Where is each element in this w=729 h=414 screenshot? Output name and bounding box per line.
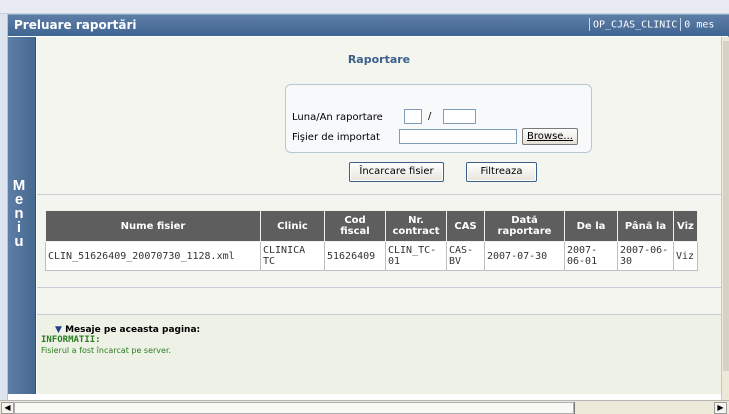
table-header-row: Nume fisier Clinic Cod fiscal Nr. contra… bbox=[45, 210, 698, 242]
horizontal-scroll-thumb[interactable] bbox=[14, 402, 574, 414]
horizontal-scrollbar[interactable]: ◀ ▶ bbox=[0, 400, 729, 414]
column-header-from[interactable]: De la bbox=[564, 210, 618, 242]
column-header-clinic[interactable]: Clinic bbox=[260, 210, 325, 242]
menu-sidebar[interactable]: M e n i u bbox=[8, 37, 36, 394]
title-separator bbox=[680, 18, 682, 31]
title-separator bbox=[589, 18, 590, 31]
info-message: Fisierul a fost încarcat pe server. bbox=[41, 346, 172, 355]
column-header-to[interactable]: Până la bbox=[617, 210, 674, 242]
left-edge bbox=[0, 14, 8, 400]
table-row[interactable]: CLIN_51626409_20070730_1128.xml CLINICA … bbox=[45, 241, 698, 271]
file-label: Fişier de importat bbox=[292, 132, 380, 143]
date-separator: / bbox=[428, 111, 432, 122]
column-header-view[interactable]: Viz bbox=[673, 210, 698, 242]
menu-label[interactable]: M e n i u bbox=[8, 178, 30, 250]
month-input[interactable] bbox=[404, 109, 422, 124]
column-header-report-date[interactable]: Dată raportare bbox=[484, 210, 565, 242]
column-header-fiscal-code[interactable]: Cod fiscal bbox=[324, 210, 386, 242]
cell-report-date: 2007-07-30 bbox=[484, 241, 565, 271]
user-name: OP_CJAS_CLINIC bbox=[593, 19, 678, 31]
column-header-cas[interactable]: CAS bbox=[446, 210, 485, 242]
messages-header-text: Mesaje pe aceasta pagina: bbox=[65, 325, 201, 335]
title-status: OP_CJAS_CLINIC 0 mes bbox=[586, 18, 729, 34]
messages-header[interactable]: ▼ Mesaje pe aceasta pagina: bbox=[55, 325, 200, 335]
cell-clinic: CLINICA TC bbox=[260, 241, 325, 271]
section-title: Raportare bbox=[347, 53, 411, 66]
column-header-contract[interactable]: Nr. contract bbox=[385, 210, 447, 242]
title-bar: Preluare raportări OP_CJAS_CLINIC 0 mes bbox=[8, 14, 729, 36]
scroll-left-arrow-icon[interactable]: ◀ bbox=[1, 402, 14, 414]
year-input[interactable] bbox=[443, 109, 476, 124]
cell-fiscal-code: 51626409 bbox=[324, 241, 386, 271]
info-label: INFORMATII: bbox=[41, 335, 101, 345]
cell-view[interactable]: Viz bbox=[673, 241, 698, 271]
filter-button[interactable]: Filtreaza bbox=[466, 162, 537, 182]
message-count[interactable]: 0 mes bbox=[684, 20, 714, 31]
cell-contract: CLIN_TC-01 bbox=[385, 241, 447, 271]
menu-letter: u bbox=[14, 233, 24, 250]
browse-button[interactable]: Browse... bbox=[522, 128, 578, 145]
vertical-scroll-thumb[interactable] bbox=[723, 41, 729, 371]
vertical-scrollbar[interactable] bbox=[721, 37, 729, 402]
table-divider bbox=[37, 287, 721, 290]
cell-cas: CAS-BV bbox=[446, 241, 485, 271]
messages-panel: ▼ Mesaje pe aceasta pagina: INFORMATII: … bbox=[37, 314, 721, 394]
top-strip bbox=[0, 0, 729, 14]
scroll-grip bbox=[574, 402, 575, 414]
month-year-label: Luna/An raportare bbox=[292, 112, 383, 123]
cell-to: 2007-06-30 bbox=[617, 241, 674, 271]
collapse-triangle-icon[interactable]: ▼ bbox=[55, 325, 62, 335]
cell-file-name: CLIN_51626409_20070730_1128.xml bbox=[45, 241, 261, 271]
report-table: Nume fisier Clinic Cod fiscal Nr. contra… bbox=[45, 210, 698, 271]
cell-from: 2007-06-01 bbox=[564, 241, 618, 271]
scroll-right-arrow-icon[interactable]: ▶ bbox=[714, 402, 727, 414]
file-path-input[interactable] bbox=[399, 129, 517, 144]
page-title: Preluare raportări bbox=[14, 18, 137, 32]
column-header-file-name[interactable]: Nume fisier bbox=[45, 210, 261, 242]
upload-file-button[interactable]: Încarcare fisier bbox=[349, 162, 444, 182]
